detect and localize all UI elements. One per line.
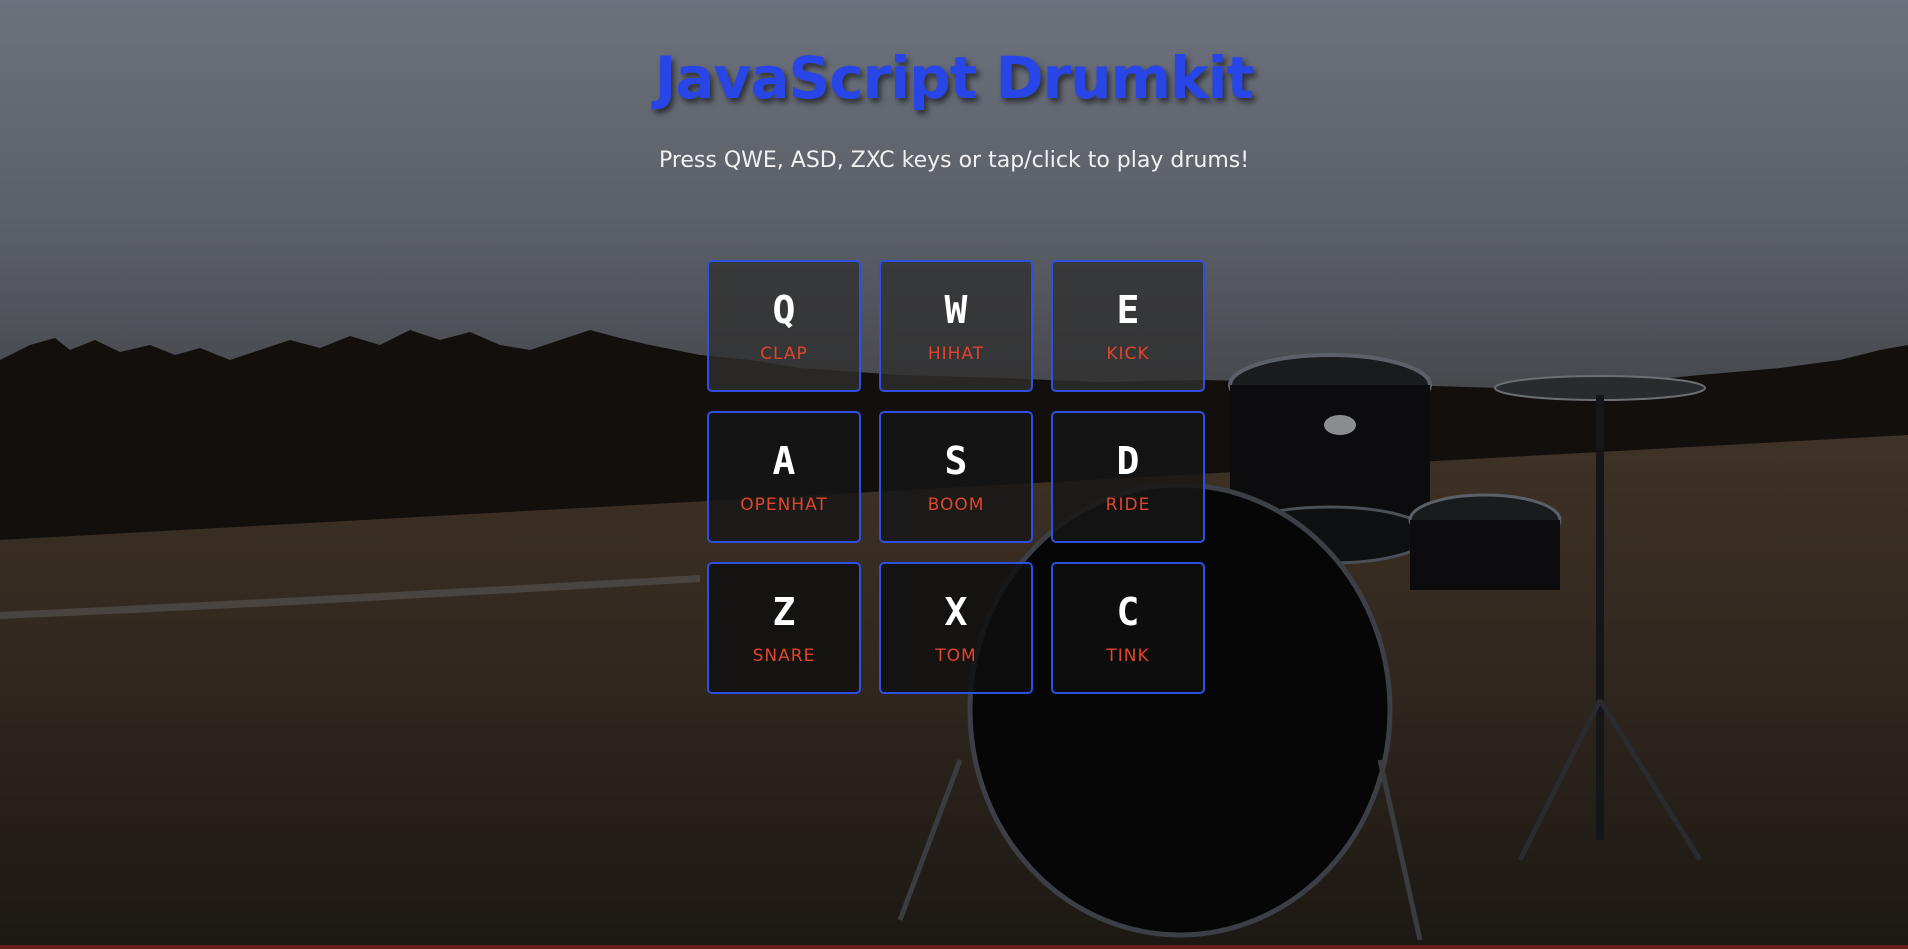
drum-key-hihat[interactable]: W HIHAT bbox=[879, 260, 1033, 392]
key-letter: E bbox=[1116, 288, 1140, 332]
drum-key-kick[interactable]: E KICK bbox=[1051, 260, 1205, 392]
key-letter: Q bbox=[772, 288, 796, 332]
page-content: JavaScript Drumkit Press QWE, ASD, ZXC k… bbox=[0, 0, 1908, 949]
sound-label: SNARE bbox=[752, 646, 816, 666]
drum-keys-grid: Q CLAP W HIHAT E KICK A OPENHAT S BOOM D… bbox=[707, 260, 1205, 694]
drum-key-tom[interactable]: X TOM bbox=[879, 562, 1033, 694]
sound-label: HIHAT bbox=[927, 344, 985, 364]
key-letter: A bbox=[772, 439, 796, 483]
drum-key-openhat[interactable]: A OPENHAT bbox=[707, 411, 861, 543]
sound-label: RIDE bbox=[1105, 495, 1151, 515]
drum-key-clap[interactable]: Q CLAP bbox=[707, 260, 861, 392]
drum-key-boom[interactable]: S BOOM bbox=[879, 411, 1033, 543]
sound-label: KICK bbox=[1106, 344, 1150, 364]
page-title: JavaScript Drumkit bbox=[654, 44, 1254, 112]
key-letter: Z bbox=[772, 590, 796, 634]
sound-label: CLAP bbox=[760, 344, 808, 364]
key-letter: C bbox=[1116, 590, 1140, 634]
key-letter: D bbox=[1116, 439, 1140, 483]
sound-label: TINK bbox=[1106, 646, 1150, 666]
key-letter: X bbox=[944, 590, 968, 634]
sound-label: OPENHAT bbox=[740, 495, 828, 515]
drum-key-snare[interactable]: Z SNARE bbox=[707, 562, 861, 694]
instructions-text: Press QWE, ASD, ZXC keys or tap/click to… bbox=[658, 148, 1250, 173]
sound-label: BOOM bbox=[927, 495, 985, 515]
key-letter: W bbox=[944, 288, 968, 332]
bottom-border bbox=[0, 945, 1908, 949]
drum-key-tink[interactable]: C TINK bbox=[1051, 562, 1205, 694]
sound-label: TOM bbox=[935, 646, 977, 666]
key-letter: S bbox=[944, 439, 968, 483]
drum-key-ride[interactable]: D RIDE bbox=[1051, 411, 1205, 543]
